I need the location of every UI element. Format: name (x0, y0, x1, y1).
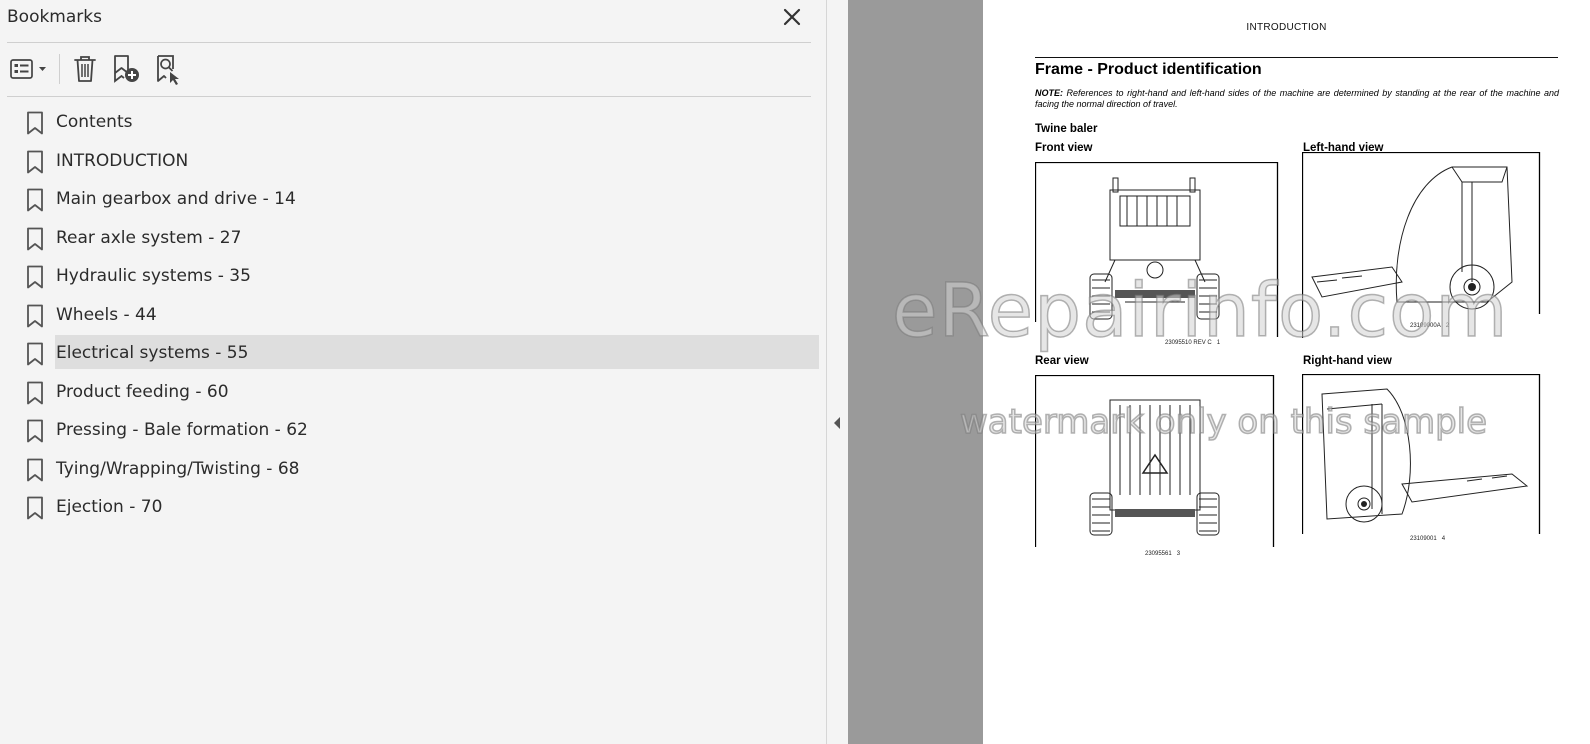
bookmark-label: Hydraulic systems - 35 (56, 266, 251, 286)
note-label: NOTE: (1035, 88, 1063, 98)
bookmark-label: Main gearbox and drive - 14 (56, 189, 296, 209)
bookmark-icon (27, 381, 43, 404)
bookmark-item-electrical[interactable]: Electrical systems - 55 (0, 334, 826, 373)
document-canvas (848, 0, 983, 744)
bookmark-item-tying[interactable]: Tying/Wrapping/Twisting - 68 (0, 450, 826, 489)
figure-code: 23109001 (1410, 536, 1437, 542)
bookmark-item-product-feeding[interactable]: Product feeding - 60 (0, 373, 826, 412)
bookmark-search-icon (157, 55, 179, 85)
bookmark-item-ejection[interactable]: Ejection - 70 (0, 488, 826, 527)
figure-right-hand-view: 23109001 4 (1302, 374, 1542, 554)
left-view-drawing (1302, 152, 1541, 338)
new-bookmark-button[interactable] (104, 52, 148, 86)
figure-code: 23095510 REV C (1165, 340, 1212, 346)
bookmarks-panel: Bookmarks Contents INTRODUCTION Main gea… (0, 0, 827, 744)
bookmark-label: Pressing - Bale formation - 62 (56, 420, 308, 440)
delete-bookmark-button[interactable] (66, 52, 104, 86)
bookmarks-toolbar (7, 50, 188, 88)
bookmark-item-main-gearbox[interactable]: Main gearbox and drive - 14 (0, 180, 826, 219)
bookmark-icon (27, 111, 43, 135)
bookmark-label: Electrical systems - 55 (56, 343, 249, 363)
bookmark-item-wheels[interactable]: Wheels - 44 (0, 296, 826, 335)
figure-code: 23095561 (1145, 551, 1172, 557)
bookmark-icon (27, 304, 43, 327)
figure-number: 4 (1441, 536, 1446, 542)
bookmark-label: Wheels - 44 (56, 304, 157, 325)
rear-view-drawing (1035, 375, 1275, 547)
find-bookmark-button[interactable] (148, 52, 188, 86)
options-menu-button[interactable] (7, 52, 51, 86)
panel-splitter[interactable] (827, 0, 848, 744)
page-header: INTRODUCTION (1246, 22, 1327, 33)
bookmark-item-pressing[interactable]: Pressing - Bale formation - 62 (0, 411, 826, 450)
figure-label: Right-hand view (1303, 355, 1392, 367)
bookmark-icon (27, 227, 43, 250)
header-divider (7, 42, 811, 43)
bookmark-icon (27, 458, 43, 481)
bookmark-item-contents[interactable]: Contents (0, 103, 826, 142)
figure-number: 3 (1176, 551, 1181, 557)
page-title: Frame - Product identification (1035, 61, 1262, 78)
note-text: References to right-hand and left-hand s… (1035, 88, 1559, 109)
bookmark-label: Ejection - 70 (56, 497, 163, 517)
close-icon (783, 8, 801, 26)
panel-title: Bookmarks (7, 7, 102, 27)
figure-front-view: 23095510 REV C 1 (1035, 162, 1279, 350)
figure-number: 2 (1445, 323, 1450, 329)
figure-label: Rear view (1035, 355, 1089, 367)
figure-number: 1 (1216, 340, 1221, 346)
list-options-icon (10, 59, 46, 79)
bookmark-icon (27, 265, 43, 289)
figure-caption: 23109000A 2 (1410, 323, 1449, 329)
figure-label: Front view (1035, 142, 1093, 154)
bookmark-label: Tying/Wrapping/Twisting - 68 (56, 458, 300, 479)
bookmark-item-introduction[interactable]: INTRODUCTION (0, 142, 826, 181)
trash-icon (74, 56, 96, 82)
bookmark-label: Contents (56, 112, 133, 132)
bookmark-icon (27, 188, 43, 212)
bookmark-icon (27, 496, 43, 520)
document-page[interactable]: INTRODUCTION Frame - Product identificat… (983, 0, 1590, 744)
bookmark-icon (27, 342, 43, 366)
close-panel-button[interactable] (778, 4, 806, 30)
bookmark-item-hydraulic[interactable]: Hydraulic systems - 35 (0, 257, 826, 296)
toolbar-separator (59, 54, 60, 84)
figure-code: 23109000A (1410, 323, 1441, 329)
bookmark-add-icon (114, 55, 139, 83)
figure-rear-view: 23095561 3 (1035, 375, 1275, 565)
figure-left-hand-view: 23109000A 2 (1302, 152, 1542, 338)
bookmark-icon (27, 150, 43, 173)
page-note: NOTE: References to right-hand and left-… (1035, 88, 1559, 110)
bookmark-list: Contents INTRODUCTION Main gearbox and d… (0, 103, 826, 527)
bookmark-item-rear-axle[interactable]: Rear axle system - 27 (0, 219, 826, 258)
right-view-drawing (1302, 374, 1541, 534)
figure-caption: 23095561 3 (1145, 551, 1180, 557)
toolbar-divider (7, 96, 811, 97)
bookmark-label: Rear axle system - 27 (56, 227, 242, 248)
section-heading: Twine baler (1035, 123, 1098, 135)
figure-caption: 23095510 REV C 1 (1165, 340, 1220, 346)
bookmark-label: INTRODUCTION (56, 150, 189, 171)
header-rule (1035, 57, 1558, 58)
bookmark-icon (27, 419, 43, 443)
front-view-drawing (1035, 162, 1279, 337)
collapse-panel-arrow-icon[interactable] (830, 414, 844, 432)
bookmark-label: Product feeding - 60 (56, 381, 229, 402)
figure-caption: 23109001 4 (1410, 536, 1445, 542)
